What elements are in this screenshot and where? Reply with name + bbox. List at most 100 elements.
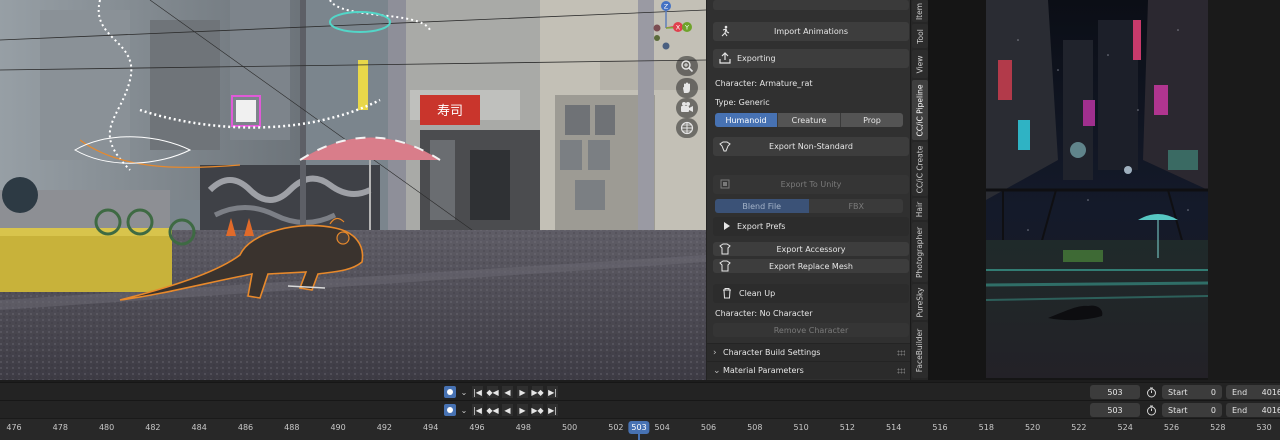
prop-option[interactable]: Prop bbox=[841, 113, 903, 127]
play-reverse-icon[interactable]: ◀ bbox=[502, 386, 513, 398]
accessory-icon bbox=[719, 243, 731, 255]
tab-cc-ic-pipeline[interactable]: CC/iC Pipeline bbox=[912, 80, 928, 140]
gizmo-x-label: X bbox=[676, 24, 681, 32]
import-animations-button[interactable]: Import Animations bbox=[713, 22, 909, 41]
export-prefs-label: Export Prefs bbox=[737, 222, 786, 231]
tab-facebuilder[interactable]: FaceBuilder bbox=[912, 322, 928, 378]
blend-fbx-selector: Blend File FBX bbox=[715, 199, 903, 213]
playhead-line[interactable] bbox=[638, 434, 641, 440]
prev-keyframe-icon[interactable]: ◆◀ bbox=[486, 386, 499, 398]
export-replace-mesh-button[interactable]: Export Replace Mesh bbox=[713, 259, 909, 273]
ruler-tick-label: 530 bbox=[1256, 423, 1272, 432]
tab-item[interactable]: Item bbox=[912, 0, 928, 22]
tab-label: PureSky bbox=[915, 287, 925, 317]
blend-file-option[interactable]: Blend File bbox=[715, 199, 810, 213]
current-frame-field[interactable]: 503 bbox=[1090, 385, 1140, 399]
clean-up-label: Clean Up bbox=[739, 289, 776, 298]
playback-controls: ⌄ |◀ ◆◀ ◀ ▶ ▶◆ ▶| bbox=[444, 403, 558, 417]
tab-photographer[interactable]: Photographer bbox=[912, 222, 928, 282]
panel-top-strip bbox=[713, 0, 909, 10]
material-parameters-header[interactable]: ⌄ Material Parameters bbox=[707, 361, 910, 379]
start-value: 0 bbox=[1210, 405, 1216, 415]
hand-pan-icon[interactable] bbox=[676, 78, 698, 98]
zoom-icon[interactable] bbox=[676, 56, 698, 76]
start-frame-field[interactable]: Start 0 bbox=[1162, 385, 1222, 399]
frame-range: 503 Start 0 End 4016 bbox=[1090, 385, 1280, 399]
replace-mesh-icon bbox=[719, 260, 731, 272]
ruler-tick-label: 476 bbox=[6, 423, 22, 432]
ruler-tick-label: 478 bbox=[52, 423, 68, 432]
play-icon[interactable]: ▶ bbox=[517, 404, 528, 416]
drag-grip-icon[interactable] bbox=[897, 350, 905, 356]
timeline-ruler[interactable]: 476 478 480 482 484 486 488 490 492 494 496 498 500 5… bbox=[0, 418, 1280, 440]
ruler-tick-label: 522 bbox=[1071, 423, 1087, 432]
ruler-tick-label: 482 bbox=[145, 423, 161, 432]
start-frame-field[interactable]: Start 0 bbox=[1162, 403, 1222, 417]
end-frame-field[interactable]: End 4016 bbox=[1226, 403, 1280, 417]
ruler-tick-label: 480 bbox=[98, 423, 115, 432]
auto-keying-icon[interactable] bbox=[444, 386, 456, 398]
camera-preview-viewport[interactable] bbox=[928, 0, 1280, 380]
ruler-tick-label: 490 bbox=[330, 423, 346, 432]
start-label: Start bbox=[1168, 387, 1188, 397]
character-build-settings-header[interactable]: › Character Build Settings bbox=[707, 343, 910, 361]
grid-icon[interactable] bbox=[676, 118, 698, 138]
stopwatch-icon[interactable] bbox=[1144, 403, 1158, 417]
current-frame-field[interactable]: 503 bbox=[1090, 403, 1140, 417]
export-accessory-button[interactable]: Export Accessory bbox=[713, 242, 909, 256]
material-parameters-label: Material Parameters bbox=[723, 366, 804, 375]
ruler-tick-label: 516 bbox=[932, 423, 948, 432]
export-to-unity-button[interactable]: Export To Unity bbox=[713, 175, 909, 194]
stopwatch-icon[interactable] bbox=[1144, 385, 1158, 399]
tab-puresky[interactable]: PureSky bbox=[912, 284, 928, 320]
export-upload-icon bbox=[719, 52, 731, 64]
jump-start-icon[interactable]: |◀ bbox=[472, 404, 483, 416]
ruler-tick-label: 508 bbox=[747, 423, 763, 432]
fbx-option[interactable]: FBX bbox=[809, 199, 903, 213]
tab-label: CC/iC Create bbox=[915, 145, 925, 193]
jump-end-icon[interactable]: ▶| bbox=[547, 404, 558, 416]
tab-view[interactable]: View bbox=[912, 50, 928, 78]
gizmo-z-label: Z bbox=[664, 3, 669, 11]
export-non-standard-button[interactable]: Export Non-Standard bbox=[713, 137, 909, 156]
next-keyframe-icon[interactable]: ▶◆ bbox=[531, 404, 544, 416]
prev-keyframe-icon[interactable]: ◆◀ bbox=[486, 404, 499, 416]
camera-icon[interactable] bbox=[676, 98, 698, 118]
exporting-header[interactable]: Exporting bbox=[713, 49, 909, 68]
jump-end-icon[interactable]: ▶| bbox=[547, 386, 558, 398]
export-prefs-header[interactable]: Export Prefs bbox=[713, 217, 909, 236]
auto-keying-icon[interactable] bbox=[444, 404, 456, 416]
clean-up-header[interactable]: Clean Up bbox=[713, 284, 909, 303]
import-animations-label: Import Animations bbox=[773, 27, 849, 36]
humanoid-option[interactable]: Humanoid bbox=[715, 113, 778, 127]
navigation-gizmo[interactable]: Z X Y bbox=[644, 0, 700, 56]
tab-hair[interactable]: Hair bbox=[912, 198, 928, 220]
ruler-tick-label: 484 bbox=[191, 423, 207, 432]
3d-viewport[interactable]: 寿司 Z X Y bbox=[0, 0, 706, 380]
tab-tool[interactable]: Tool bbox=[912, 24, 928, 48]
chevron-down-icon[interactable]: ⌄ bbox=[460, 406, 468, 415]
tab-label: FaceBuilder bbox=[915, 328, 925, 372]
current-frame-indicator[interactable]: 503 bbox=[628, 421, 650, 434]
next-keyframe-icon[interactable]: ▶◆ bbox=[531, 386, 544, 398]
creature-option[interactable]: Creature bbox=[778, 113, 841, 127]
cleanup-character-text: Character: No Character bbox=[715, 309, 813, 318]
export-type-selector: Humanoid Creature Prop bbox=[715, 113, 903, 127]
ruler-tick-label: 510 bbox=[793, 423, 809, 432]
play-reverse-icon[interactable]: ◀ bbox=[502, 404, 513, 416]
ruler-tick-label: 528 bbox=[1210, 423, 1226, 432]
end-frame-field[interactable]: End 4016 bbox=[1226, 385, 1280, 399]
tab-cc-ic-create[interactable]: CC/iC Create bbox=[912, 142, 928, 196]
play-icon[interactable]: ▶ bbox=[517, 386, 528, 398]
unity-icon bbox=[719, 178, 731, 190]
remove-character-button[interactable]: Remove Character bbox=[713, 323, 909, 337]
tab-label: Item bbox=[915, 2, 925, 20]
ruler-tick-label: 512 bbox=[839, 423, 856, 432]
ruler-tick-label: 524 bbox=[1117, 423, 1133, 432]
svg-text:寿司: 寿司 bbox=[437, 104, 463, 119]
jump-start-icon[interactable]: |◀ bbox=[472, 386, 483, 398]
chevron-down-icon[interactable]: ⌄ bbox=[460, 388, 468, 397]
frame-range: 503 Start 0 End 4016 bbox=[1090, 403, 1280, 417]
ruler-tick-label: 498 bbox=[515, 423, 531, 432]
drag-grip-icon[interactable] bbox=[897, 368, 905, 374]
